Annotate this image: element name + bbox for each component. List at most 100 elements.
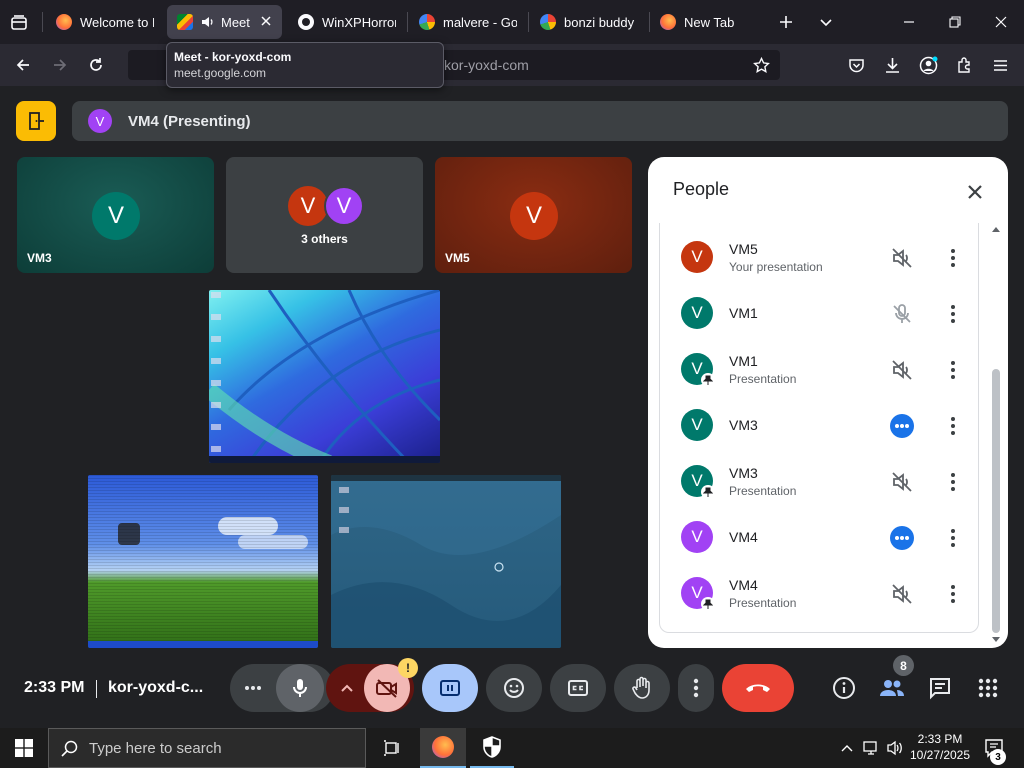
more-options-button[interactable] <box>945 525 961 551</box>
pocket-icon[interactable] <box>843 52 869 78</box>
firefox-view-icon[interactable] <box>6 10 32 36</box>
network-icon[interactable] <box>860 738 882 758</box>
volume-icon[interactable] <box>884 738 906 758</box>
restore-window-icon[interactable] <box>942 9 968 35</box>
close-panel-button[interactable] <box>960 177 990 207</box>
tab-github[interactable]: WinXPHorrorE <box>288 5 406 39</box>
reload-icon[interactable] <box>83 52 109 78</box>
mic-control-group <box>230 664 334 712</box>
chat-icon <box>930 678 950 700</box>
task-view-button[interactable] <box>376 728 408 768</box>
tab-tooltip: Meet - kor-yoxd-com meet.google.com <box>166 42 444 88</box>
apps-grid-icon <box>978 678 998 698</box>
account-icon[interactable] <box>915 52 941 78</box>
presentation-screen-debian[interactable] <box>331 475 561 648</box>
close-tab-icon[interactable] <box>260 15 272 27</box>
more-vert-icon <box>951 249 955 267</box>
emoji-reactions-button[interactable] <box>486 664 542 712</box>
tab-new-tab[interactable]: New Tab <box>650 5 768 39</box>
taskbar-search-input[interactable]: Type here to search <box>48 728 366 768</box>
participant-row[interactable]: V VM4 <box>660 509 980 565</box>
show-hidden-icons-chevron-icon[interactable] <box>838 738 856 758</box>
presenting-label: VM4 (Presenting) <box>128 112 251 130</box>
avatar: V <box>681 297 713 329</box>
tab-welcome[interactable]: Welcome to Fi <box>46 5 164 39</box>
start-button[interactable] <box>0 728 48 768</box>
participant-row[interactable]: V VM5 Your presentation <box>660 229 980 285</box>
present-now-button[interactable] <box>422 664 478 712</box>
audio-settings-button[interactable] <box>230 664 276 712</box>
participant-name: VM4 <box>729 529 758 545</box>
participant-row[interactable]: V VM4 Presentation <box>660 565 980 621</box>
shield-icon <box>483 736 501 758</box>
screen: Welcome to Fi Meet WinXPHorrorE malvere … <box>0 0 1024 768</box>
panel-title: People <box>673 179 730 199</box>
taskbar-clock[interactable]: 2:33 PM 10/27/2025 <box>904 731 976 763</box>
raise-hand-button[interactable] <box>614 664 670 712</box>
chevron-up-icon <box>341 684 353 692</box>
avatar: V <box>681 241 713 273</box>
windows-taskbar: Type here to search 2:33 PM 10/27/2025 3 <box>0 728 1024 768</box>
closed-captions-icon <box>568 680 588 696</box>
downloads-icon[interactable] <box>879 52 905 78</box>
tab-title: Meet <box>221 14 250 30</box>
participant-tile-vm5[interactable]: V VM5 <box>435 157 632 273</box>
more-options-button[interactable] <box>945 245 961 271</box>
tab-title: bonzi buddy d <box>564 14 638 30</box>
github-icon <box>298 14 314 30</box>
activities-button[interactable] <box>974 674 1002 702</box>
participant-list-scrollbar[interactable] <box>989 223 1003 647</box>
close-window-icon[interactable] <box>988 9 1014 35</box>
notification-count-badge: 3 <box>990 749 1006 765</box>
leave-call-button[interactable] <box>722 664 794 712</box>
meeting-code[interactable]: kor-yoxd-c... <box>108 679 203 697</box>
browser-nav-bar: kor-yoxd-com <box>0 44 1024 86</box>
browser-tab-strip: Welcome to Fi Meet WinXPHorrorE malvere … <box>0 0 1024 44</box>
participant-row[interactable]: V VM3 Presentation <box>660 453 980 509</box>
participant-row[interactable]: V VM3 <box>660 397 980 453</box>
tab-google-search-2[interactable]: bonzi buddy d <box>530 5 648 39</box>
participant-tile-others[interactable]: V V 3 others <box>226 157 423 273</box>
taskbar-security-button[interactable] <box>470 728 514 768</box>
more-options-button[interactable] <box>945 357 961 383</box>
more-options-button[interactable] <box>945 469 961 495</box>
tab-title: New Tab <box>684 14 735 30</box>
participant-list: V VM5 Your presentation V VM1 V VM1 Pres… <box>659 223 979 633</box>
more-options-button[interactable] <box>945 413 961 439</box>
taskbar-date: 10/27/2025 <box>909 748 971 762</box>
chat-button[interactable] <box>926 674 954 702</box>
list-all-tabs-icon[interactable] <box>813 9 839 35</box>
forward-arrow-icon[interactable] <box>47 52 73 78</box>
muted-speaker-icon <box>889 469 915 495</box>
tab-google-search-1[interactable]: malvere - Goo <box>409 5 527 39</box>
exit-presentation-button[interactable] <box>16 101 56 141</box>
new-tab-plus-icon[interactable] <box>773 9 799 35</box>
video-settings-button[interactable] <box>326 664 368 712</box>
presentation-screen-winxp[interactable] <box>88 475 318 648</box>
participant-row[interactable]: V VM1 <box>660 285 980 341</box>
avatar: V <box>681 409 713 441</box>
bookmark-star-icon[interactable] <box>753 57 770 74</box>
taskbar-firefox-button[interactable] <box>420 728 466 768</box>
pin-icon <box>701 485 715 499</box>
avatar: V <box>288 186 328 226</box>
more-options-button[interactable] <box>945 581 961 607</box>
participant-row[interactable]: V VM1 Presentation <box>660 341 980 397</box>
more-options-button[interactable] <box>678 664 714 712</box>
participant-tile-vm3[interactable]: V VM3 <box>17 157 214 273</box>
menu-hamburger-icon[interactable] <box>987 52 1013 78</box>
participant-name: VM1 <box>729 305 758 321</box>
more-options-button[interactable] <box>945 301 961 327</box>
tab-meet[interactable]: Meet <box>167 5 282 39</box>
back-arrow-icon[interactable] <box>10 52 36 78</box>
extensions-icon[interactable] <box>951 52 977 78</box>
microphone-button[interactable] <box>276 664 324 712</box>
people-button[interactable] <box>878 674 906 702</box>
presentation-screen-win10[interactable] <box>209 290 440 463</box>
avatar: V <box>681 521 713 553</box>
minimize-window-icon[interactable] <box>896 9 922 35</box>
captions-button[interactable] <box>550 664 606 712</box>
raise-hand-icon <box>632 676 650 699</box>
meeting-details-button[interactable] <box>830 674 858 702</box>
audio-playing-icon[interactable] <box>201 15 215 29</box>
